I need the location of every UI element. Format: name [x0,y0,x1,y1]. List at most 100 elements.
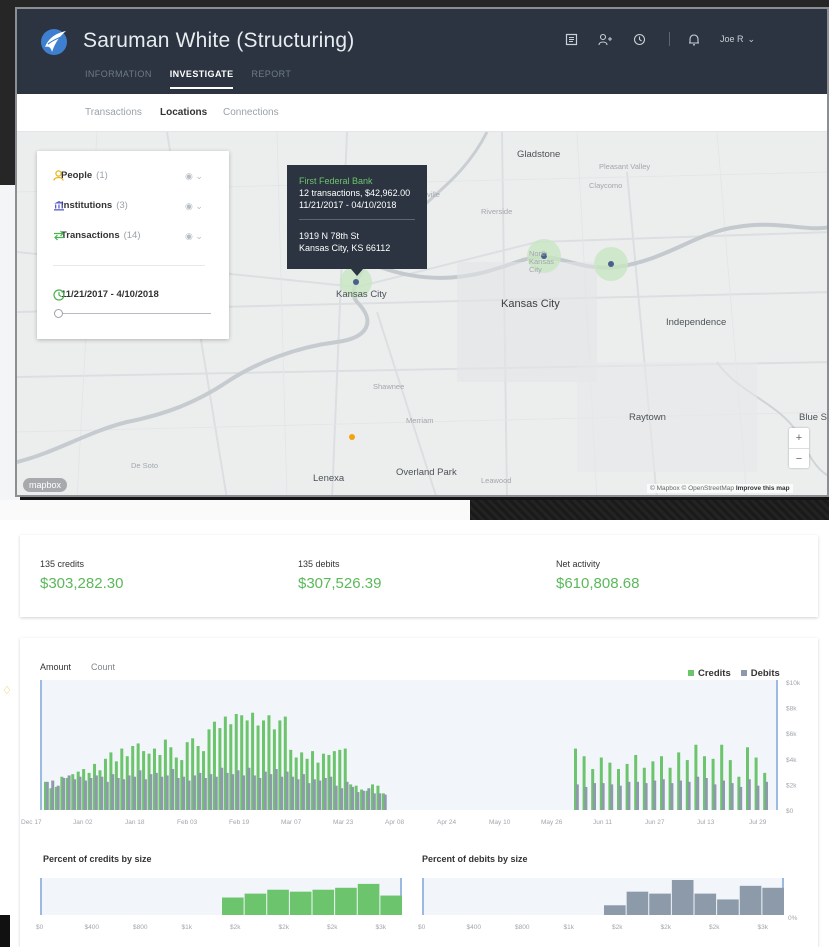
layer-transactions[interactable]: Transactions (14) [53,230,141,241]
stat-label: 135 credits [40,559,85,569]
user-menu[interactable]: Joe R ⌄ [720,34,755,45]
eye-icon[interactable]: ◉ ⌄ [185,231,203,242]
map-label: Raytown [629,412,666,423]
add-person-icon[interactable] [597,31,613,47]
date-range: 11/21/2017 - 4/10/2018 [53,289,159,301]
debit-bar [220,767,224,810]
bell-icon[interactable] [686,31,702,47]
credits-histogram-title: Percent of credits by size [43,854,152,864]
chart-tab-count[interactable]: Count [91,662,115,672]
person-icon: ♢ [2,685,12,697]
header-actions: Joe R ⌄ [563,31,755,47]
x-tick-label: Dec 17 [21,819,42,826]
transfer-icon [54,230,64,241]
zoom-in-button[interactable]: + [789,428,809,448]
debit-bar [214,776,218,810]
clock-icon [53,289,65,301]
debit-bar [122,779,126,810]
debit-bar [111,774,115,810]
tab-information[interactable]: INFORMATION [85,69,152,89]
debit-bar [225,772,229,810]
debit-bar [661,779,665,810]
x-tick-label: Apr 24 [437,819,457,826]
map-label: Lenexa [313,473,345,484]
attribution-text[interactable]: © Mapbox © OpenStreetMap [650,485,734,492]
debit-bar [149,774,153,810]
histogram-bar [671,880,694,915]
map-label: Kansas City [501,298,560,310]
histogram-tick-label: $2k [612,924,623,931]
subtab-locations[interactable]: Locations [160,107,207,118]
subtab-connections[interactable]: Connections [223,107,279,118]
y-tick-label: $2k [786,782,797,789]
debit-bar [247,767,251,810]
histogram-bar [762,887,784,915]
debit-bar [133,776,136,810]
debit-bar [192,775,196,810]
tab-report[interactable]: REPORT [251,69,291,89]
user-name: Joe R [720,34,744,44]
map-attribution: © Mapbox © OpenStreetMap Improve this ma… [647,484,793,493]
histogram-tick-label: $0 [36,924,44,931]
subtab-transactions[interactable]: Transactions [85,107,142,118]
chart-tab-amount[interactable]: Amount [40,662,71,672]
debit-bar [301,774,305,810]
debit-bar [644,783,648,810]
person-location-marker[interactable] [349,434,355,440]
layer-label: Transactions [61,230,120,241]
debit-bar [361,790,365,810]
legend-swatch [688,670,694,677]
layer-label: People [61,170,93,181]
debit-bar [704,778,708,810]
debit-bar [269,774,273,810]
layer-count: (14) [123,230,141,241]
layer-people[interactable]: People (1) [53,170,108,181]
debit-bar [100,776,104,810]
histogram-bar [649,893,671,915]
debit-bar [67,775,71,810]
tooltip-pointer [351,269,363,276]
map-view[interactable]: Gladstone Pleasant Valley Claycomo River… [17,132,827,495]
debit-bar [636,781,639,810]
map-label: De Soto [131,461,159,470]
x-tick-label: Feb 03 [177,819,198,826]
debit-bar [45,781,49,810]
history-icon[interactable] [631,31,647,47]
debit-bar [258,778,262,810]
debit-bar [242,775,245,810]
notes-icon[interactable] [563,31,579,47]
eye-icon[interactable]: ◉ ⌄ [185,171,203,182]
date-range-slider-handle[interactable] [54,309,63,318]
map-label: Gladstone [517,149,561,160]
debit-bar [198,772,202,810]
debit-bar [687,781,691,810]
legend-credits[interactable]: Credits [688,668,731,679]
debit-bar [209,774,213,810]
histogram-tick-label: $2k [230,924,241,931]
debit-bar [601,783,605,810]
date-range-slider-track[interactable] [59,313,211,314]
location-marker[interactable] [608,261,614,267]
debit-bar [94,775,98,810]
debit-bar [378,793,382,810]
eye-icon[interactable]: ◉ ⌄ [185,201,203,212]
zoom-out-button[interactable]: − [789,448,809,468]
debit-bar [171,769,175,810]
date-range-label: 11/21/2017 - 4/10/2018 [61,289,159,300]
legend-debits[interactable]: Debits [740,668,780,679]
debit-bar [345,781,349,810]
histogram-bar [244,893,267,915]
tab-investigate[interactable]: INVESTIGATE [169,69,234,89]
main-tabs: INFORMATION INVESTIGATE REPORT [85,69,291,89]
tooltip-summary: 12 transactions, $42,962.00 [299,188,411,198]
histogram-tick-label: $400 [85,924,100,931]
debit-bar [372,793,376,810]
debit-bar [143,779,147,810]
y-tick-label: $0 [786,808,794,815]
app-logo-icon[interactable] [39,27,69,57]
mapbox-logo[interactable]: mapbox [23,478,68,492]
selected-location-marker[interactable] [353,279,359,285]
layer-institutions[interactable]: Institutions (3) [53,200,128,211]
stat-label: 135 debits [298,559,340,569]
improve-map-link[interactable]: Improve this map [736,485,790,492]
